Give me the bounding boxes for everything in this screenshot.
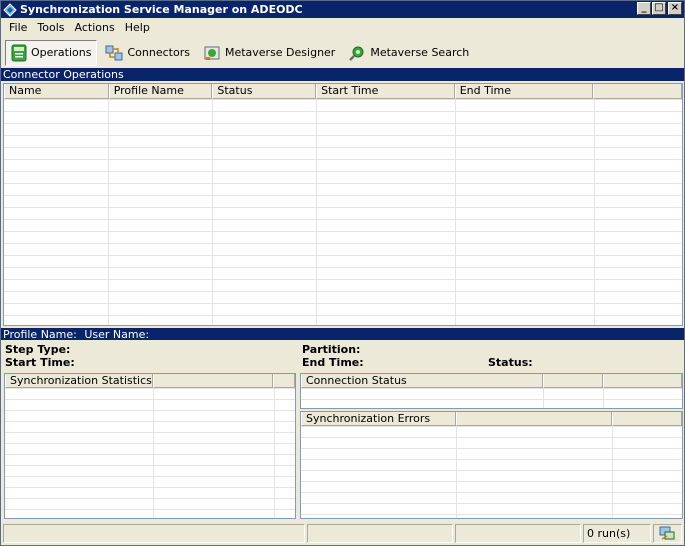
column-connection-status[interactable]: Connection Status xyxy=(301,374,543,388)
title-bar[interactable]: Synchronization Service Manager on ADEOD… xyxy=(1,1,684,18)
menu-file[interactable]: File xyxy=(4,21,32,34)
grid-divider xyxy=(153,388,154,518)
maximize-button[interactable]: □ xyxy=(652,2,666,15)
toolbar: Operations Connectors Metaverse Designer xyxy=(1,37,684,68)
status-cell xyxy=(3,524,305,543)
grid-divider xyxy=(455,99,456,325)
status-bar: 0 run(s) xyxy=(1,521,684,545)
connector-operations-list[interactable]: Name Profile Name Status Start Time End … xyxy=(3,83,683,326)
column-blank[interactable] xyxy=(593,84,682,99)
column-name[interactable]: Name xyxy=(4,84,109,99)
status-cell xyxy=(307,524,453,543)
column-blank[interactable] xyxy=(153,374,273,388)
network-status-icon xyxy=(659,526,675,540)
list-rows[interactable] xyxy=(301,426,682,518)
column-blank[interactable] xyxy=(612,412,682,426)
metaverse-search-label: Metaverse Search xyxy=(370,46,470,59)
column-blank[interactable] xyxy=(543,374,603,388)
list-rows[interactable] xyxy=(301,388,682,408)
grid-divider xyxy=(603,388,604,408)
list-header: Name Profile Name Status Start Time End … xyxy=(4,84,682,99)
list-header: Connection Status xyxy=(301,374,682,388)
step-type-label: Step Type: xyxy=(5,343,71,356)
connector-operations-header: Connector Operations xyxy=(1,68,684,81)
grid-divider xyxy=(594,99,595,325)
details-panel: Step Type: Start Time: Partition: End Ti… xyxy=(1,340,684,372)
column-end-time[interactable]: End Time xyxy=(454,84,594,99)
grid-divider xyxy=(316,99,317,325)
end-time-label: End Time: xyxy=(302,356,364,369)
window-title: Synchronization Service Manager on ADEOD… xyxy=(20,3,303,16)
runs-count: 0 run(s) xyxy=(583,524,651,543)
metaverse-designer-button[interactable]: Metaverse Designer xyxy=(198,40,340,66)
app-window: Synchronization Service Manager on ADEOD… xyxy=(0,0,685,546)
grid-divider xyxy=(274,388,275,518)
column-blank[interactable] xyxy=(456,412,612,426)
grid-divider xyxy=(612,426,613,518)
metaverse-search-icon xyxy=(349,46,364,61)
column-blank[interactable] xyxy=(603,374,682,388)
column-profile-name[interactable]: Profile Name xyxy=(108,84,213,99)
list-rows[interactable] xyxy=(4,99,682,325)
partition-label: Partition: xyxy=(302,343,361,356)
status-label: Status: xyxy=(488,356,533,369)
grid-divider xyxy=(212,99,213,325)
grid-divider xyxy=(456,426,457,518)
sync-errors-list[interactable]: Synchronization Errors xyxy=(300,411,683,519)
column-sync-statistics[interactable]: Synchronization Statistics xyxy=(5,374,153,388)
column-blank[interactable] xyxy=(273,374,295,388)
connectors-icon xyxy=(105,45,123,60)
metaverse-designer-icon xyxy=(204,46,220,60)
close-button[interactable]: × xyxy=(668,2,682,15)
operations-button[interactable]: Operations xyxy=(5,39,98,66)
sync-statistics-list[interactable]: Synchronization Statistics xyxy=(4,373,296,519)
app-icon xyxy=(3,2,17,17)
start-time-label: Start Time: xyxy=(5,356,75,369)
list-header: Synchronization Errors xyxy=(301,412,682,426)
grid-divider xyxy=(543,388,544,408)
network-status-cell xyxy=(653,524,682,543)
grid-divider xyxy=(108,99,109,325)
list-rows[interactable] xyxy=(5,388,295,518)
menu-actions[interactable]: Actions xyxy=(70,21,120,34)
operations-icon xyxy=(11,44,27,61)
connection-status-list[interactable]: Connection Status xyxy=(300,373,683,409)
connectors-button[interactable]: Connectors xyxy=(100,40,194,66)
menu-tools[interactable]: Tools xyxy=(32,21,69,34)
menu-help[interactable]: Help xyxy=(120,21,155,34)
column-status[interactable]: Status xyxy=(212,84,317,99)
status-cell xyxy=(455,524,581,543)
menu-bar: File Tools Actions Help xyxy=(1,18,684,37)
column-start-time[interactable]: Start Time xyxy=(316,84,455,99)
connectors-label: Connectors xyxy=(127,46,190,59)
metaverse-designer-label: Metaverse Designer xyxy=(224,46,336,59)
column-sync-errors[interactable]: Synchronization Errors xyxy=(301,412,456,426)
list-header: Synchronization Statistics xyxy=(5,374,295,388)
operations-label: Operations xyxy=(31,46,92,59)
metaverse-search-button[interactable]: Metaverse Search xyxy=(343,40,474,66)
minimize-button[interactable]: _ xyxy=(637,2,651,15)
